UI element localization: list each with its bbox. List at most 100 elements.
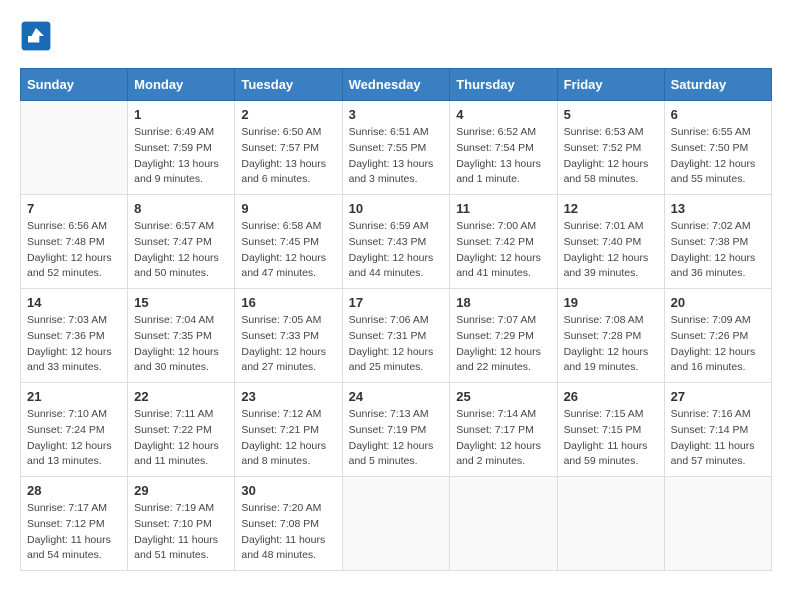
logo-icon xyxy=(20,20,52,52)
day-info: Sunrise: 6:51 AMSunset: 7:55 PMDaylight:… xyxy=(349,125,444,188)
day-number: 24 xyxy=(349,389,444,404)
page-header xyxy=(20,20,772,52)
column-header-saturday: Saturday xyxy=(664,69,771,101)
day-info: Sunrise: 6:50 AMSunset: 7:57 PMDaylight:… xyxy=(241,125,335,188)
calendar-cell: 6 Sunrise: 6:55 AMSunset: 7:50 PMDaylight… xyxy=(664,101,771,195)
day-number: 27 xyxy=(671,389,765,404)
day-number: 13 xyxy=(671,201,765,216)
day-number: 2 xyxy=(241,107,335,122)
day-info: Sunrise: 7:17 AMSunset: 7:12 PMDaylight:… xyxy=(27,501,121,564)
calendar-cell: 5 Sunrise: 6:53 AMSunset: 7:52 PMDaylight… xyxy=(557,101,664,195)
day-number: 15 xyxy=(134,295,228,310)
day-number: 12 xyxy=(564,201,658,216)
day-number: 23 xyxy=(241,389,335,404)
day-number: 30 xyxy=(241,483,335,498)
day-info: Sunrise: 7:05 AMSunset: 7:33 PMDaylight:… xyxy=(241,313,335,376)
day-info: Sunrise: 7:11 AMSunset: 7:22 PMDaylight:… xyxy=(134,407,228,470)
calendar-cell: 30 Sunrise: 7:20 AMSunset: 7:08 PMDayligh… xyxy=(235,477,342,571)
day-number: 21 xyxy=(27,389,121,404)
day-info: Sunrise: 7:07 AMSunset: 7:29 PMDaylight:… xyxy=(456,313,550,376)
calendar-week-row: 14 Sunrise: 7:03 AMSunset: 7:36 PMDayligh… xyxy=(21,289,772,383)
calendar-cell: 11Sunrise: 7:00 AMSunset: 7:42 PMDayligh… xyxy=(450,195,557,289)
day-number: 10 xyxy=(349,201,444,216)
calendar-cell: 10 Sunrise: 6:59 AMSunset: 7:43 PMDayligh… xyxy=(342,195,450,289)
calendar-cell: 14 Sunrise: 7:03 AMSunset: 7:36 PMDayligh… xyxy=(21,289,128,383)
column-header-sunday: Sunday xyxy=(21,69,128,101)
calendar-cell: 21 Sunrise: 7:10 AMSunset: 7:24 PMDayligh… xyxy=(21,383,128,477)
calendar-cell: 22 Sunrise: 7:11 AMSunset: 7:22 PMDayligh… xyxy=(128,383,235,477)
day-info: Sunrise: 7:16 AMSunset: 7:14 PMDaylight:… xyxy=(671,407,765,470)
day-number: 28 xyxy=(27,483,121,498)
day-number: 20 xyxy=(671,295,765,310)
day-number: 4 xyxy=(456,107,550,122)
calendar-week-row: 1 Sunrise: 6:49 AMSunset: 7:59 PMDaylight… xyxy=(21,101,772,195)
day-number: 25 xyxy=(456,389,550,404)
calendar-week-row: 21 Sunrise: 7:10 AMSunset: 7:24 PMDayligh… xyxy=(21,383,772,477)
calendar-cell: 25 Sunrise: 7:14 AMSunset: 7:17 PMDayligh… xyxy=(450,383,557,477)
day-info: Sunrise: 7:06 AMSunset: 7:31 PMDaylight:… xyxy=(349,313,444,376)
day-number: 22 xyxy=(134,389,228,404)
day-info: Sunrise: 7:08 AMSunset: 7:28 PMDaylight:… xyxy=(564,313,658,376)
day-info: Sunrise: 7:13 AMSunset: 7:19 PMDaylight:… xyxy=(349,407,444,470)
day-info: Sunrise: 7:01 AMSunset: 7:40 PMDaylight:… xyxy=(564,219,658,282)
day-info: Sunrise: 7:12 AMSunset: 7:21 PMDaylight:… xyxy=(241,407,335,470)
column-header-friday: Friday xyxy=(557,69,664,101)
calendar-header-row: SundayMondayTuesdayWednesdayThursdayFrid… xyxy=(21,69,772,101)
day-number: 29 xyxy=(134,483,228,498)
day-info: Sunrise: 6:59 AMSunset: 7:43 PMDaylight:… xyxy=(349,219,444,282)
day-info: Sunrise: 6:49 AMSunset: 7:59 PMDaylight:… xyxy=(134,125,228,188)
calendar-cell: 9Sunrise: 6:58 AMSunset: 7:45 PMDaylight… xyxy=(235,195,342,289)
calendar-cell xyxy=(342,477,450,571)
day-info: Sunrise: 6:55 AMSunset: 7:50 PMDaylight:… xyxy=(671,125,765,188)
calendar-cell xyxy=(21,101,128,195)
day-number: 6 xyxy=(671,107,765,122)
calendar-cell: 8Sunrise: 6:57 AMSunset: 7:47 PMDaylight… xyxy=(128,195,235,289)
calendar-cell: 3 Sunrise: 6:51 AMSunset: 7:55 PMDaylight… xyxy=(342,101,450,195)
column-header-thursday: Thursday xyxy=(450,69,557,101)
calendar-cell: 29 Sunrise: 7:19 AMSunset: 7:10 PMDayligh… xyxy=(128,477,235,571)
day-number: 19 xyxy=(564,295,658,310)
calendar-cell: 4 Sunrise: 6:52 AMSunset: 7:54 PMDaylight… xyxy=(450,101,557,195)
calendar-cell: 18 Sunrise: 7:07 AMSunset: 7:29 PMDayligh… xyxy=(450,289,557,383)
calendar-cell: 17 Sunrise: 7:06 AMSunset: 7:31 PMDayligh… xyxy=(342,289,450,383)
calendar-cell: 26Sunrise: 7:15 AMSunset: 7:15 PMDayligh… xyxy=(557,383,664,477)
calendar-week-row: 28 Sunrise: 7:17 AMSunset: 7:12 PMDayligh… xyxy=(21,477,772,571)
day-number: 8 xyxy=(134,201,228,216)
day-info: Sunrise: 7:19 AMSunset: 7:10 PMDaylight:… xyxy=(134,501,228,564)
day-info: Sunrise: 7:10 AMSunset: 7:24 PMDaylight:… xyxy=(27,407,121,470)
calendar-cell: 27 Sunrise: 7:16 AMSunset: 7:14 PMDayligh… xyxy=(664,383,771,477)
calendar-cell: 1 Sunrise: 6:49 AMSunset: 7:59 PMDaylight… xyxy=(128,101,235,195)
calendar-cell: 15Sunrise: 7:04 AMSunset: 7:35 PMDayligh… xyxy=(128,289,235,383)
calendar-week-row: 7 Sunrise: 6:56 AMSunset: 7:48 PMDaylight… xyxy=(21,195,772,289)
day-number: 7 xyxy=(27,201,121,216)
calendar-cell: 7 Sunrise: 6:56 AMSunset: 7:48 PMDaylight… xyxy=(21,195,128,289)
day-number: 14 xyxy=(27,295,121,310)
calendar-cell xyxy=(664,477,771,571)
calendar-cell: 16 Sunrise: 7:05 AMSunset: 7:33 PMDayligh… xyxy=(235,289,342,383)
calendar-cell: 12 Sunrise: 7:01 AMSunset: 7:40 PMDayligh… xyxy=(557,195,664,289)
day-info: Sunrise: 7:20 AMSunset: 7:08 PMDaylight:… xyxy=(241,501,335,564)
column-header-monday: Monday xyxy=(128,69,235,101)
column-header-wednesday: Wednesday xyxy=(342,69,450,101)
column-header-tuesday: Tuesday xyxy=(235,69,342,101)
day-number: 1 xyxy=(134,107,228,122)
day-info: Sunrise: 7:03 AMSunset: 7:36 PMDaylight:… xyxy=(27,313,121,376)
calendar-cell xyxy=(557,477,664,571)
day-info: Sunrise: 6:53 AMSunset: 7:52 PMDaylight:… xyxy=(564,125,658,188)
day-number: 18 xyxy=(456,295,550,310)
day-number: 17 xyxy=(349,295,444,310)
day-number: 5 xyxy=(564,107,658,122)
day-info: Sunrise: 7:00 AMSunset: 7:42 PMDaylight:… xyxy=(456,219,550,282)
day-info: Sunrise: 7:02 AMSunset: 7:38 PMDaylight:… xyxy=(671,219,765,282)
day-info: Sunrise: 7:14 AMSunset: 7:17 PMDaylight:… xyxy=(456,407,550,470)
calendar-cell: 23 Sunrise: 7:12 AMSunset: 7:21 PMDayligh… xyxy=(235,383,342,477)
calendar-cell: 19 Sunrise: 7:08 AMSunset: 7:28 PMDayligh… xyxy=(557,289,664,383)
day-info: Sunrise: 6:52 AMSunset: 7:54 PMDaylight:… xyxy=(456,125,550,188)
day-info: Sunrise: 6:56 AMSunset: 7:48 PMDaylight:… xyxy=(27,219,121,282)
calendar-table: SundayMondayTuesdayWednesdayThursdayFrid… xyxy=(20,68,772,571)
day-info: Sunrise: 6:58 AMSunset: 7:45 PMDaylight:… xyxy=(241,219,335,282)
day-number: 3 xyxy=(349,107,444,122)
calendar-cell: 24 Sunrise: 7:13 AMSunset: 7:19 PMDayligh… xyxy=(342,383,450,477)
day-number: 26 xyxy=(564,389,658,404)
day-number: 16 xyxy=(241,295,335,310)
